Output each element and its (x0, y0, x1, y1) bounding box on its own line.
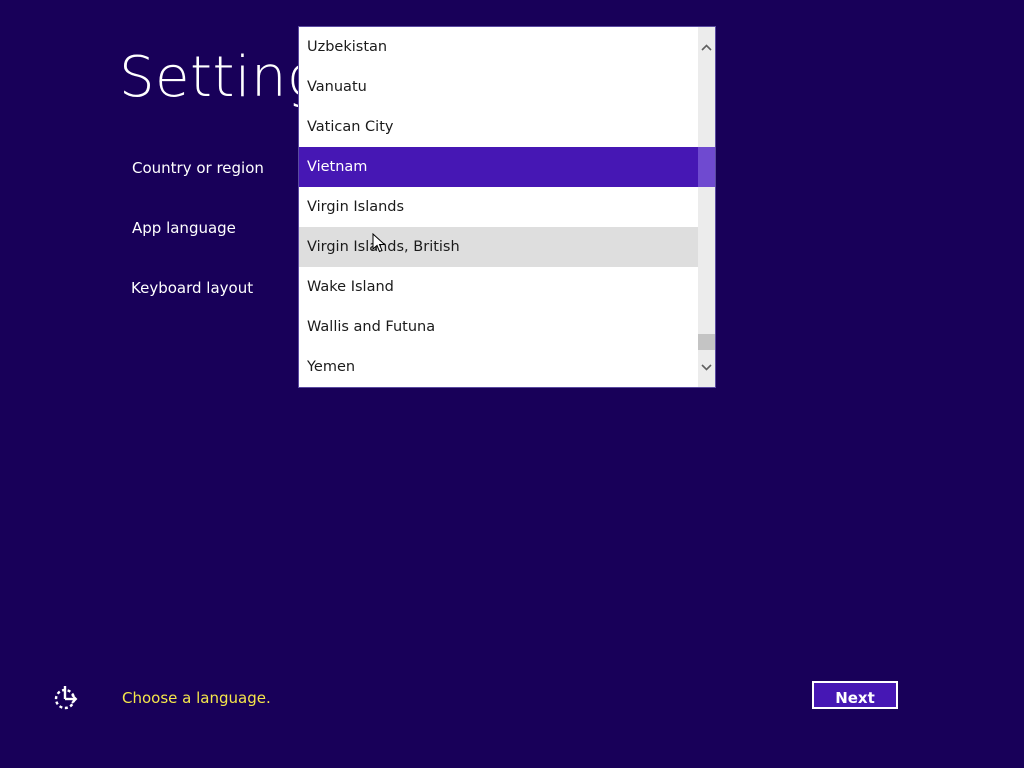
app-language-label: App language (132, 219, 236, 237)
list-item-vatican-city[interactable]: Vatican City (299, 107, 698, 147)
chevron-up-icon[interactable] (698, 37, 715, 57)
keyboard-layout-label: Keyboard layout (131, 279, 254, 297)
country-list: Uzbekistan Vanuatu Vatican City Vietnam … (299, 27, 698, 387)
list-item-vanuatu[interactable]: Vanuatu (299, 67, 698, 107)
ease-of-access-icon[interactable] (52, 684, 80, 712)
country-or-region-label: Country or region (132, 159, 264, 177)
list-item-virgin-islands-british[interactable]: Virgin Islands, British (299, 227, 698, 267)
list-item-virgin-islands[interactable]: Virgin Islands (299, 187, 698, 227)
next-button[interactable]: Next (812, 681, 898, 709)
list-item-yemen[interactable]: Yemen (299, 347, 698, 387)
mouse-cursor-icon (372, 232, 386, 257)
scroll-thumb[interactable] (698, 334, 715, 350)
selection-scroll-marker (698, 147, 715, 187)
list-item-vietnam[interactable]: Vietnam (299, 147, 698, 187)
chevron-down-icon[interactable] (698, 357, 715, 377)
list-item-uzbekistan[interactable]: Uzbekistan (299, 27, 698, 67)
country-dropdown-list[interactable]: Uzbekistan Vanuatu Vatican City Vietnam … (298, 26, 716, 388)
list-item-wallis-and-futuna[interactable]: Wallis and Futuna (299, 307, 698, 347)
hint-text: Choose a language. (122, 689, 271, 707)
list-item-wake-island[interactable]: Wake Island (299, 267, 698, 307)
scrollbar[interactable] (698, 27, 715, 387)
